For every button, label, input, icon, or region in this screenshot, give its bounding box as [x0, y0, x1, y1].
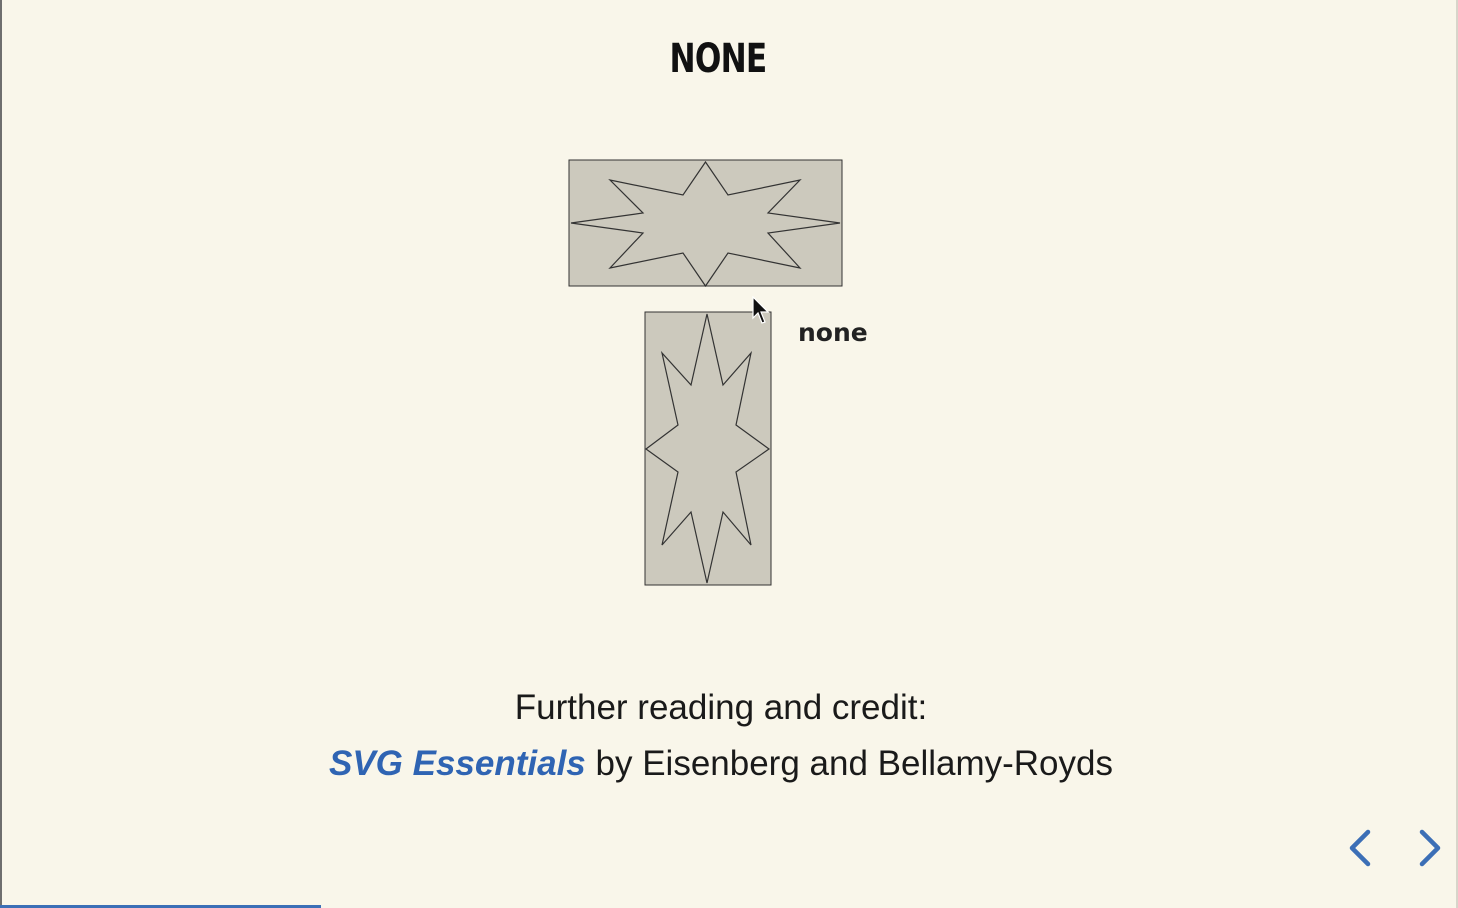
chevron-left-icon: [1349, 829, 1371, 867]
wide-viewport: [568, 159, 843, 288]
slide: NONE none Further reading and credit: SV…: [0, 0, 1458, 908]
prev-slide-button[interactable]: [1340, 826, 1380, 870]
chevron-right-icon: [1419, 829, 1441, 867]
mouse-cursor-icon: [752, 296, 770, 324]
slide-title: NONE: [669, 36, 768, 82]
preserve-aspect-ratio-figure: [568, 159, 843, 586]
credit-byline: by Eisenberg and Bellamy-Royds: [585, 744, 1114, 783]
credit-line: SVG Essentials by Eisenberg and Bellamy-…: [0, 744, 1442, 784]
credit-heading: Further reading and credit:: [514, 688, 928, 727]
book-title-link[interactable]: SVG Essentials: [329, 744, 586, 783]
tall-viewport: [644, 311, 772, 586]
figure-label: none: [798, 318, 868, 347]
wide-stretched-star: [570, 160, 841, 288]
next-slide-button[interactable]: [1410, 826, 1450, 870]
